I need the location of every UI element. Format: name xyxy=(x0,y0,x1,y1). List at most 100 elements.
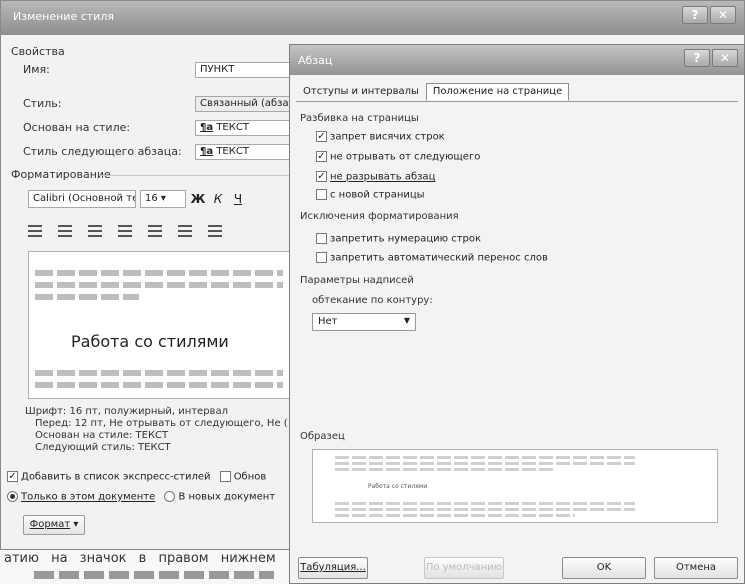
next-style-select[interactable]: ¶a ТЕКСТ xyxy=(195,144,290,160)
new-docs-radio[interactable] xyxy=(164,491,176,502)
sample-text: Работа со стилями xyxy=(368,483,428,490)
font-size-value: 16 xyxy=(145,193,158,204)
paragraph-title: Абзац xyxy=(298,54,333,67)
page-break-before-label: с новой страницы xyxy=(330,189,425,201)
default-button[interactable]: По умолчанию xyxy=(424,557,504,579)
style-type-select[interactable]: Связанный (абзац xyxy=(195,96,290,112)
suppress-line-numbers-label: запретить нумерацию строк xyxy=(330,233,482,245)
close-icon[interactable]: ✕ xyxy=(712,49,738,67)
formatting-divider xyxy=(99,175,290,176)
wrap-label: обтекание по контуру: xyxy=(312,295,433,306)
style-preview: Работа со стилями xyxy=(28,251,290,399)
preview-next-paragraph xyxy=(35,382,283,388)
help-icon[interactable]: ? xyxy=(684,49,710,67)
new-docs-label: В новых документ xyxy=(178,491,276,503)
chevron-down-icon: ▼ xyxy=(403,316,410,325)
tabulation-button[interactable]: Табуляция... xyxy=(298,557,368,579)
tab-divider xyxy=(296,101,738,102)
keep-lines-together-checkbox[interactable]: ✓ xyxy=(316,171,327,182)
add-to-gallery-checkbox[interactable]: ✓ xyxy=(7,471,18,482)
pagination-section-label: Разбивка на страницы xyxy=(300,113,419,124)
widow-control-checkbox[interactable]: ✓ xyxy=(316,131,327,142)
autoupdate-checkbox[interactable] xyxy=(219,471,231,482)
line-spacing-double-icon[interactable] xyxy=(178,225,192,237)
properties-section-label: Свойства xyxy=(11,45,65,58)
modify-style-title: Изменение стиля xyxy=(13,10,114,23)
only-this-doc-label: Только в этом документе xyxy=(21,491,156,503)
add-to-gallery-row[interactable]: ✓ Добавить в список экспресс-стилей Обнов xyxy=(7,471,266,483)
only-this-doc-radio[interactable] xyxy=(7,491,18,502)
tab-line-page-breaks[interactable]: Положение на странице xyxy=(425,83,570,101)
sample-preview: Работа со стилями xyxy=(312,449,718,523)
style-description: Шрифт: 16 пт, полужирный, интервал Перед… xyxy=(25,406,288,454)
align-right-icon[interactable] xyxy=(88,225,102,237)
dont-hyphenate-option[interactable]: запретить автоматический перенос слов xyxy=(316,252,548,264)
name-field[interactable]: ПУНКТ xyxy=(195,62,290,78)
modify-style-titlebar[interactable]: Изменение стиля ? ✕ xyxy=(1,1,744,35)
suppress-line-numbers-option[interactable]: запретить нумерацию строк xyxy=(316,233,481,245)
close-icon[interactable]: ✕ xyxy=(710,6,736,24)
preview-next-paragraph xyxy=(35,370,283,376)
keep-with-next-option[interactable]: ✓ не отрывать от следующего xyxy=(316,151,480,163)
wrap-select[interactable]: Нет ▼ xyxy=(312,313,416,331)
keep-with-next-checkbox[interactable]: ✓ xyxy=(316,151,327,162)
ok-button[interactable]: OK xyxy=(562,557,646,579)
preview-prev-paragraph xyxy=(35,294,139,300)
sample-prev-line xyxy=(335,468,555,471)
style-type-label: Стиль: xyxy=(23,97,62,110)
next-style-label: Стиль следующего абзаца: xyxy=(23,145,182,158)
based-on-select[interactable]: ¶a ТЕКСТ xyxy=(195,120,290,136)
exceptions-section-label: Исключения форматирования xyxy=(300,211,459,222)
document-text-line-blurred xyxy=(34,571,274,579)
cancel-button[interactable]: Отмена xyxy=(654,557,738,579)
add-to-gallery-label: Добавить в список экспресс-стилей xyxy=(21,471,211,483)
formatting-section-label: Форматирование xyxy=(11,168,111,181)
preview-sample-text: Работа со стилями xyxy=(71,332,229,351)
sample-next-line xyxy=(335,502,635,505)
tabulation-button-label: Табуляция... xyxy=(300,562,366,573)
font-name-combo[interactable]: Calibri (Основной тек xyxy=(28,190,136,208)
font-size-combo[interactable]: 16 ▾ xyxy=(140,190,186,208)
autoupdate-label: Обнов xyxy=(233,471,267,483)
keep-lines-together-label: не разрывать абзац xyxy=(330,171,436,183)
paragraph-titlebar[interactable]: Абзац ? ✕ xyxy=(290,45,744,75)
desc-line: Следующий стиль: ТЕКСТ xyxy=(35,442,171,453)
italic-button[interactable]: К xyxy=(210,190,226,208)
sample-prev-line xyxy=(335,462,635,465)
font-name-value: Calibri (Основной тек xyxy=(33,193,136,204)
paragraph-tabs: Отступы и интервалы Положение на страниц… xyxy=(296,83,570,101)
line-spacing-single-icon[interactable] xyxy=(148,225,162,237)
page-break-before-checkbox[interactable] xyxy=(316,189,327,200)
scope-row[interactable]: Только в этом документе В новых документ xyxy=(7,491,275,503)
line-spacing-onehalf-icon[interactable] xyxy=(208,225,222,237)
desc-line: Основан на стиле: ТЕКСТ xyxy=(35,430,169,441)
suppress-line-numbers-checkbox[interactable] xyxy=(316,233,327,244)
keep-with-next-label: не отрывать от следующего xyxy=(330,151,481,163)
sample-prev-line xyxy=(335,456,635,459)
widow-control-option[interactable]: ✓ запрет висячих строк xyxy=(316,131,445,143)
dont-hyphenate-label: запретить автоматический перенос слов xyxy=(330,252,548,264)
align-center-icon[interactable] xyxy=(58,225,72,237)
document-text-line: атию на значок в правом нижнем xyxy=(4,551,276,566)
bold-button[interactable]: Ж xyxy=(190,190,206,208)
sample-section-label: Образец xyxy=(300,431,345,442)
page-break-before-option[interactable]: с новой страницы xyxy=(316,189,425,201)
name-label: Имя: xyxy=(23,63,50,76)
dont-hyphenate-checkbox[interactable] xyxy=(316,252,327,263)
format-button-label: Формат xyxy=(29,519,71,530)
paragraph-dialog: Абзац ? ✕ Отступы и интервалы Положение … xyxy=(289,44,745,584)
next-style-value: ТЕКСТ xyxy=(216,146,249,157)
align-left-icon[interactable] xyxy=(28,225,42,237)
preview-prev-paragraph xyxy=(35,282,283,288)
wrap-select-value: Нет xyxy=(318,316,338,327)
help-icon[interactable]: ? xyxy=(682,6,708,24)
format-button[interactable]: Формат ▾ xyxy=(23,515,85,535)
textbox-section-label: Параметры надписей xyxy=(300,275,414,286)
keep-lines-together-option[interactable]: ✓ не разрывать абзац xyxy=(316,171,435,183)
underline-button[interactable]: Ч xyxy=(230,190,246,208)
tab-indents-spacing[interactable]: Отступы и интервалы xyxy=(296,83,426,101)
widow-control-label: запрет висячих строк xyxy=(330,131,445,143)
justify-icon[interactable] xyxy=(118,225,132,237)
sample-next-line xyxy=(335,508,635,511)
sample-next-line xyxy=(335,514,575,517)
